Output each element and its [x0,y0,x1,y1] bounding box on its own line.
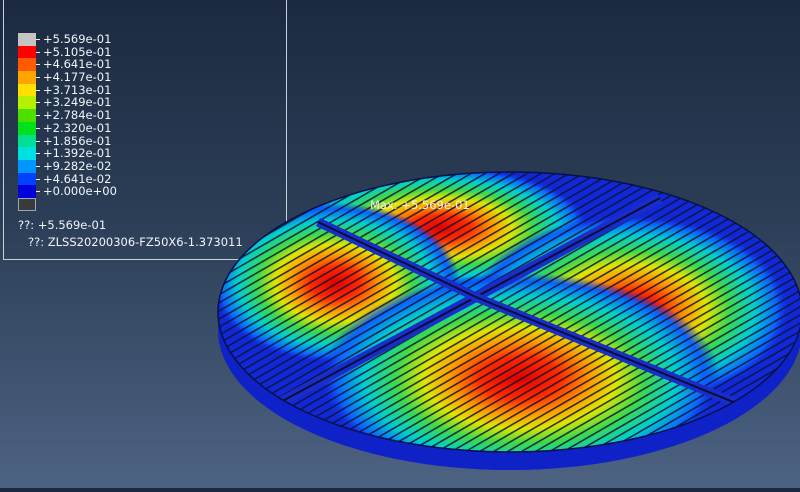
model-viewport[interactable]: Max: +5.569e-01 [0,0,800,488]
max-value-annotation: Max: +5.569e-01 [370,198,470,212]
contour-plot [217,171,800,470]
